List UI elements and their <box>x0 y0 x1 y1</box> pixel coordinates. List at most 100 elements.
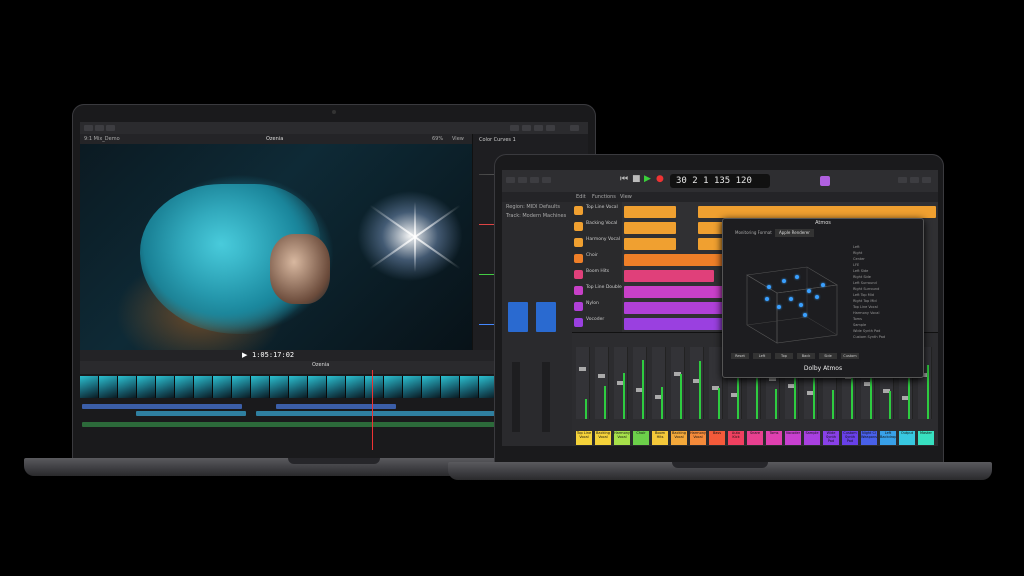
sound-object-dot[interactable] <box>815 295 819 299</box>
video-clip-thumb[interactable] <box>194 376 213 398</box>
library-icon[interactable] <box>506 177 515 183</box>
video-clip-thumb[interactable] <box>327 376 346 398</box>
help-icon[interactable] <box>530 177 539 183</box>
import-icon[interactable] <box>84 125 93 131</box>
video-clip-thumb[interactable] <box>137 376 156 398</box>
video-clip-thumb[interactable] <box>289 376 308 398</box>
sound-object-dot[interactable] <box>821 283 825 287</box>
track-header[interactable]: Nylon <box>572 300 622 316</box>
region[interactable] <box>698 206 936 218</box>
video-clip-thumb[interactable] <box>346 376 365 398</box>
inspector-fader[interactable] <box>542 362 550 432</box>
region[interactable] <box>624 270 714 282</box>
preset-button[interactable]: Side <box>819 353 837 359</box>
inspector-toggle-icon[interactable] <box>546 125 555 131</box>
track-header[interactable]: Boom Hits <box>572 268 622 284</box>
sound-object-dot[interactable] <box>782 279 786 283</box>
video-clip-thumb[interactable] <box>270 376 289 398</box>
audio-clip[interactable] <box>276 404 396 409</box>
menu-view[interactable]: View <box>620 193 632 201</box>
video-clip-thumb[interactable] <box>308 376 327 398</box>
layout-icon[interactable] <box>510 125 519 131</box>
inspector-fader[interactable] <box>512 362 520 432</box>
video-clip-thumb[interactable] <box>175 376 194 398</box>
track-header[interactable]: Top Line Vocal <box>572 204 622 220</box>
level-meter <box>661 387 663 419</box>
sound-object-dot[interactable] <box>777 305 781 309</box>
sound-object-dot[interactable] <box>795 275 799 279</box>
play-icon[interactable]: ▶ <box>242 351 247 359</box>
playhead[interactable] <box>372 370 373 450</box>
lcd-display[interactable]: 30 2 1 135 120 <box>670 174 770 188</box>
fader-handle[interactable] <box>579 367 586 371</box>
sound-object-dot[interactable] <box>765 297 769 301</box>
audio-clip[interactable] <box>136 411 246 416</box>
video-clip-thumb[interactable] <box>422 376 441 398</box>
sound-object-dot[interactable] <box>807 289 811 293</box>
level-meter <box>794 376 796 419</box>
view-menu[interactable]: View <box>452 135 464 143</box>
video-clip-thumb[interactable] <box>99 376 118 398</box>
record-icon[interactable]: ● <box>656 174 664 184</box>
timeline-toggle-icon[interactable] <box>534 125 543 131</box>
renderer-select[interactable]: Apple Renderer <box>775 229 814 237</box>
video-clip-thumb[interactable] <box>156 376 175 398</box>
preset-button[interactable]: Top <box>775 353 793 359</box>
zoom-level[interactable]: 69% <box>432 135 443 143</box>
track-icon <box>574 286 583 295</box>
share-icon[interactable] <box>570 125 579 131</box>
menu-functions[interactable]: Functions <box>592 193 616 201</box>
preset-button[interactable]: Reset <box>731 353 749 359</box>
list-editors-icon[interactable] <box>898 177 907 183</box>
track-label: Track: Modern Machines <box>506 213 567 219</box>
channel-label: Top Line Vocal <box>576 431 592 445</box>
sound-object-dot[interactable] <box>767 285 771 289</box>
stop-icon[interactable]: ■ <box>632 174 641 184</box>
region[interactable] <box>624 238 676 250</box>
plugin-slot[interactable] <box>536 302 556 332</box>
sound-object-dot[interactable] <box>789 297 793 301</box>
video-clip-thumb[interactable] <box>232 376 251 398</box>
track-header[interactable]: Choir <box>572 252 622 268</box>
level-meter <box>604 386 606 419</box>
track-header[interactable]: Backing Vocal <box>572 220 622 236</box>
audio-clip[interactable] <box>82 404 242 409</box>
sound-object-dot[interactable] <box>799 303 803 307</box>
region[interactable] <box>624 222 676 234</box>
rewind-icon[interactable]: ⏮ <box>620 174 628 184</box>
checkmark-icon[interactable] <box>106 125 115 131</box>
video-clip-thumb[interactable] <box>441 376 460 398</box>
inspector-icon[interactable] <box>518 177 527 183</box>
track-header[interactable]: Harmony Vocal <box>572 236 622 252</box>
video-viewer[interactable] <box>80 144 472 350</box>
object-list-item: Right Top Mid <box>853 299 877 303</box>
library-toggle-icon[interactable] <box>522 125 531 131</box>
video-clip-thumb[interactable] <box>460 376 479 398</box>
logic-pro-window: ⏮ ■ ▶ ● 30 2 1 135 120 Edit Functions Vi… <box>502 170 938 446</box>
fader-handle[interactable] <box>598 374 605 378</box>
region[interactable] <box>624 206 676 218</box>
track-header[interactable]: Vocoder <box>572 316 622 332</box>
video-clip-thumb[interactable] <box>403 376 422 398</box>
video-clip-thumb[interactable] <box>251 376 270 398</box>
browser-icon[interactable] <box>922 177 931 183</box>
menu-edit[interactable]: Edit <box>576 193 586 201</box>
video-clip-thumb[interactable] <box>118 376 137 398</box>
track-header[interactable]: Top Line Double <box>572 284 622 300</box>
preset-button[interactable]: Custom <box>841 353 859 359</box>
plugin-slot[interactable] <box>508 302 528 332</box>
sound-object-dot[interactable] <box>803 313 807 317</box>
video-clip-thumb[interactable] <box>80 376 99 398</box>
video-clip-thumb[interactable] <box>213 376 232 398</box>
track-icon <box>574 238 583 247</box>
play-icon[interactable]: ▶ <box>644 174 651 184</box>
smart-tempo-icon[interactable] <box>820 176 830 186</box>
toolbar-icon[interactable] <box>542 177 551 183</box>
video-clip-thumb[interactable] <box>365 376 384 398</box>
preset-button[interactable]: Back <box>797 353 815 359</box>
notepad-icon[interactable] <box>910 177 919 183</box>
keyword-icon[interactable] <box>95 125 104 131</box>
audio-clip[interactable] <box>256 411 476 416</box>
video-clip-thumb[interactable] <box>384 376 403 398</box>
preset-button[interactable]: Left <box>753 353 771 359</box>
